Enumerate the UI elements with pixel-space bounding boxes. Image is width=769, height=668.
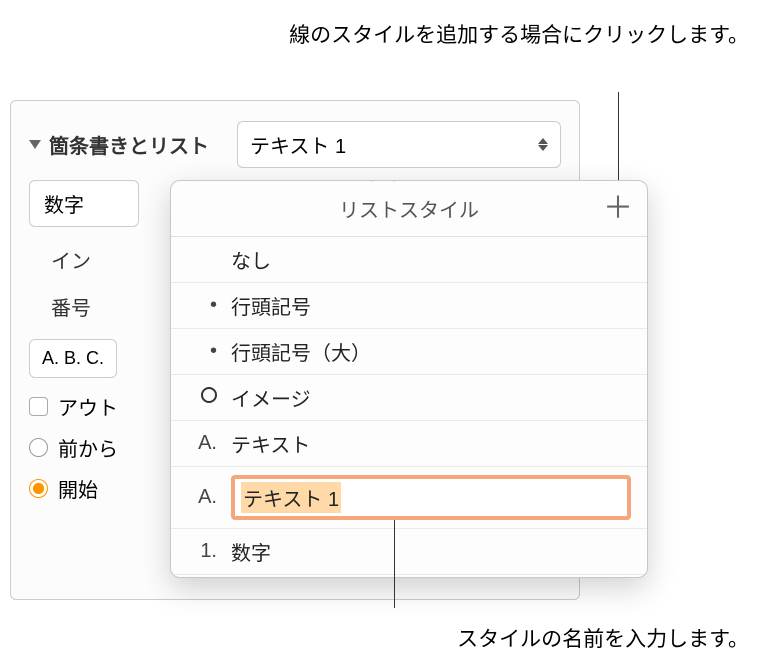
list-item[interactable]: • 行頭記号（大） [171, 329, 647, 375]
list-marker: A. [187, 486, 217, 509]
list-item[interactable]: 1. 数字 [171, 529, 647, 575]
outline-label: アウト [58, 392, 118, 421]
bullet-icon: • [187, 294, 217, 317]
list-item[interactable]: なし [171, 237, 647, 283]
list-style-select[interactable]: テキスト 1 [237, 121, 561, 168]
updown-icon [538, 138, 548, 151]
list-item[interactable]: A. テキスト [171, 421, 647, 467]
list-item-editing[interactable]: A. テキスト 1 [171, 467, 647, 529]
section-title: 箇条書きとリスト [49, 130, 209, 159]
list-item-label: テキスト [231, 429, 310, 458]
list-item[interactable]: I. ハーバード [171, 575, 647, 578]
checkbox-icon[interactable] [29, 397, 48, 416]
list-item-label: 数字 [231, 537, 271, 566]
callout-enter-name: スタイルの名前を入力します。 [457, 623, 749, 653]
number-format-select[interactable]: A. B. C. [29, 339, 117, 378]
circle-marker-icon [187, 386, 217, 409]
list-item-label: なし [231, 245, 271, 274]
popover-list: なし • 行頭記号 • 行頭記号（大） イメージ A. テキスト A. テキスト… [171, 237, 647, 578]
radio-icon[interactable] [29, 438, 48, 457]
list-type-value: 数字 [44, 195, 84, 217]
list-marker: A. [187, 432, 217, 455]
callout-add-style: 線のスタイルを追加する場合にクリックします。 [289, 20, 749, 52]
list-marker: 1. [187, 540, 217, 563]
list-style-value: テキスト 1 [250, 130, 346, 159]
radio-selected-icon[interactable] [29, 479, 48, 498]
list-item[interactable]: イメージ [171, 375, 647, 421]
style-name-value: テキスト 1 [241, 482, 341, 513]
list-item-label: イメージ [231, 383, 311, 412]
list-item-label: 行頭記号（大） [231, 337, 371, 366]
list-item[interactable]: • 行頭記号 [171, 283, 647, 329]
bullet-icon: • [187, 340, 217, 363]
list-item-label: 行頭記号 [231, 291, 311, 320]
popover-header: リストスタイル ＋ [171, 181, 647, 237]
popover-title: リストスタイル [339, 194, 479, 223]
callout-line-bottom [394, 520, 395, 608]
add-style-button[interactable]: ＋ [603, 194, 633, 224]
list-type-select[interactable]: 数字 [29, 180, 139, 227]
chevron-down-icon [29, 140, 41, 149]
style-name-input[interactable]: テキスト 1 [231, 475, 631, 520]
section-header[interactable]: 箇条書きとリスト テキスト 1 [29, 121, 561, 168]
continue-label: 前から [58, 433, 118, 462]
list-style-popover: リストスタイル ＋ なし • 行頭記号 • 行頭記号（大） イメージ A. テキ… [170, 180, 648, 578]
start-label: 開始 [58, 474, 98, 503]
